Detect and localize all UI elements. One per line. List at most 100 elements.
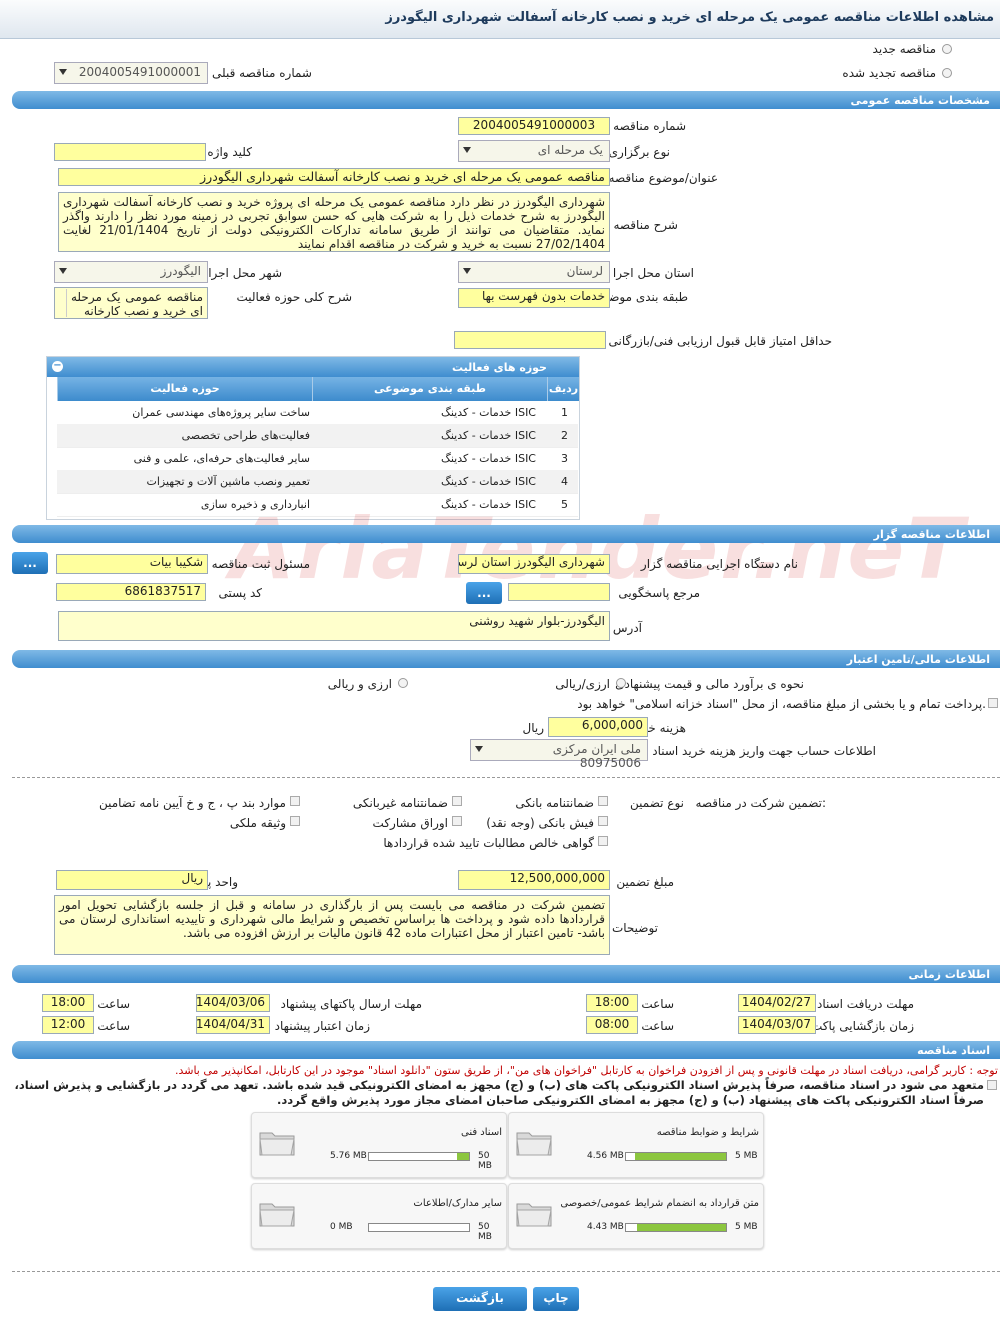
organization-label: نام دستگاه اجرایی مناقصه گزار: [640, 557, 798, 571]
rial-radio[interactable]: [616, 678, 626, 688]
section-general: مشخصات مناقصه عمومی: [12, 91, 1000, 109]
row-number: 1: [561, 406, 568, 419]
folder-icon[interactable]: [515, 1198, 553, 1228]
page-title: مشاهده اطلاعات مناقصه عمومی یک مرحله ای …: [385, 10, 994, 25]
table-row[interactable]: 1 خدمات - کدینگ ISIC ساخت سایر پروژه‌های م…: [57, 401, 578, 425]
property-deed-checkbox[interactable]: [290, 816, 300, 826]
table-row[interactable]: 2 خدمات - کدینگ ISIC فعالیت‌های طراحی تخصص…: [57, 424, 578, 448]
address-field: الیگودرز-بلوار شهید روشنی: [58, 611, 610, 641]
subject-field: مناقصه عمومی یک مرحله ای خرید و نصب کارخ…: [58, 168, 610, 186]
opening-time: 08:00: [586, 1016, 638, 1034]
renewed-tender-radio[interactable]: [942, 68, 952, 78]
chevron-down-icon: [463, 268, 471, 274]
tender-number-label: شماره مناقصه: [613, 119, 686, 133]
col-field-header[interactable]: حوزه فعالیت: [57, 377, 312, 401]
article-items-checkbox[interactable]: [290, 796, 300, 806]
col-row-header[interactable]: ردیف: [547, 377, 579, 401]
document-size: 4.56 MB: [587, 1151, 624, 1161]
submit-deadline-time: 18:00: [42, 994, 94, 1012]
description-label: شرح مناقصه: [613, 218, 678, 232]
table-row[interactable]: 3 خدمات - کدینگ ISIC سایر فعالیت‌های حرفه‌…: [57, 447, 578, 471]
commitment-text: متعهد می شود در اسناد مناقصه، صرفاً پذیر…: [14, 1078, 984, 1107]
folder-icon[interactable]: [515, 1127, 553, 1157]
row-number: 3: [561, 452, 568, 465]
section-timing: اطلاعات زمانی: [12, 965, 1000, 983]
page-title-bar: مشاهده اطلاعات مناقصه عمومی یک مرحله ای …: [0, 0, 1000, 39]
activity-grid-header: حوزه های فعالیت −: [47, 357, 579, 377]
row-field: ساخت سایر پروژه‌های مهندسی عمران: [132, 406, 310, 419]
postal-code-label: کد پستی: [218, 586, 263, 600]
new-tender-label: مناقصه جدید: [872, 42, 936, 56]
document-card[interactable]: سایر مدارک/اطلاعات 0 MB 50 MB: [251, 1183, 507, 1249]
upload-progress-bar: [368, 1223, 470, 1232]
document-card[interactable]: اسناد فنی 5.76 MB 50 MB: [251, 1112, 507, 1178]
row-category: خدمات - کدینگ ISIC: [440, 429, 536, 442]
bank-receipt-checkbox[interactable]: [598, 816, 608, 826]
back-button[interactable]: بازگشت: [433, 1287, 527, 1311]
opening-date: 1404/03/07: [738, 1016, 816, 1034]
section-organizer: اطلاعات مناقصه گزار: [12, 525, 1000, 543]
print-button[interactable]: چاپ: [533, 1287, 579, 1311]
section-documents: اسناد مناقصه: [12, 1041, 1000, 1059]
responder-more-button[interactable]: ...: [466, 582, 502, 604]
province-label: استان محل اجرا: [612, 266, 694, 280]
validity-label: زمان اعتبار پیشنهاد: [274, 1019, 370, 1033]
scope-scrollbar[interactable]: [56, 289, 67, 317]
upload-progress-bar: [625, 1152, 727, 1161]
table-row[interactable]: 4 خدمات - کدینگ ISIC تعمیر ونصب ماشین آلات…: [57, 470, 578, 494]
province-select[interactable]: لرستان: [458, 261, 610, 283]
tender-number-field: 2004005491000003: [458, 117, 610, 135]
row-number: 2: [561, 429, 568, 442]
organization-field: شهرداری الیگودرز استان لرستان: [458, 554, 610, 574]
folder-icon[interactable]: [258, 1198, 296, 1228]
participation-bonds-checkbox[interactable]: [452, 816, 462, 826]
scope-label: شرح کلی حوزه فعالیت: [236, 290, 353, 304]
guarantee-type-label: نوع تضمین: [630, 796, 684, 810]
keyword-field: [54, 143, 206, 161]
account-select[interactable]: ملی ایران مرکزی 80975006: [470, 739, 648, 770]
guarantee-label: تضمین شرکت در مناقصه:: [695, 796, 826, 810]
non-bank-guarantee-checkbox[interactable]: [452, 796, 462, 806]
chevron-down-icon: [59, 268, 67, 274]
prev-tender-select[interactable]: 2004005491000001: [54, 62, 208, 84]
islamic-treasury-checkbox[interactable]: [988, 698, 998, 708]
document-name: متن قرارداد به انضمام شرایط عمومی/خصوصی: [560, 1198, 759, 1209]
fx-rial-radio[interactable]: [398, 678, 408, 688]
rial-label: ارزی/ریالی: [555, 677, 610, 691]
net-claims-checkbox[interactable]: [598, 836, 608, 846]
opening-time-label: ساعت: [641, 1019, 674, 1033]
registrar-more-button[interactable]: ...: [12, 552, 48, 574]
new-tender-radio[interactable]: [942, 44, 952, 54]
postal-code-field: 6861837517: [56, 583, 206, 601]
download-note: توجه : کاربر گرامی، دریافت اسناد در مهلت…: [174, 1064, 998, 1077]
col-category-header[interactable]: طبقه بندی موضوعی: [312, 377, 547, 401]
row-number: 4: [561, 475, 568, 488]
category-field: خدمات بدون فهرست بها: [458, 288, 610, 308]
city-select[interactable]: الیگودرز: [54, 261, 208, 283]
prev-tender-label: شماره مناقصه قبلی: [212, 66, 312, 80]
divider: [12, 777, 1000, 778]
keyword-label: کلید واژه: [207, 145, 252, 159]
doc-deadline-time: 18:00: [586, 994, 638, 1012]
type-select[interactable]: یک مرحله ای: [458, 140, 610, 162]
islamic-treasury-label: پرداخت تمام و یا بخشی از مبلغ مناقصه، از…: [577, 697, 986, 711]
collapse-icon[interactable]: −: [52, 361, 63, 372]
validity-time: 12:00: [42, 1016, 94, 1034]
chevron-down-icon: [475, 746, 483, 752]
document-name: سایر مدارک/اطلاعات: [413, 1198, 502, 1209]
type-label: نوع برگزاری: [608, 145, 670, 159]
folder-icon[interactable]: [258, 1127, 296, 1157]
document-card[interactable]: متن قرارداد به انضمام شرایط عمومی/خصوصی 4…: [508, 1183, 764, 1249]
fee-unit: ریال: [522, 721, 544, 735]
pricing-label: نحوه ی برآورد مالی و قیمت پیشنهادی: [615, 677, 804, 691]
row-field: سایر فعالیت‌های حرفه‌ای، علمی و فنی: [133, 452, 310, 465]
bank-guarantee-checkbox[interactable]: [598, 796, 608, 806]
document-card[interactable]: شرایط و ضوابط مناقصه 4.56 MB 5 MB: [508, 1112, 764, 1178]
responder-label: مرجع پاسخگویی: [618, 586, 700, 600]
submit-deadline-date: 1404/03/06: [196, 994, 270, 1012]
subject-label: عنوان/موضوع مناقصه: [608, 171, 718, 185]
doc-deadline-date: 1404/02/27: [738, 994, 816, 1012]
address-label: آدرس: [612, 621, 642, 635]
responder-field: [508, 583, 610, 601]
commitment-checkbox[interactable]: [987, 1080, 997, 1090]
